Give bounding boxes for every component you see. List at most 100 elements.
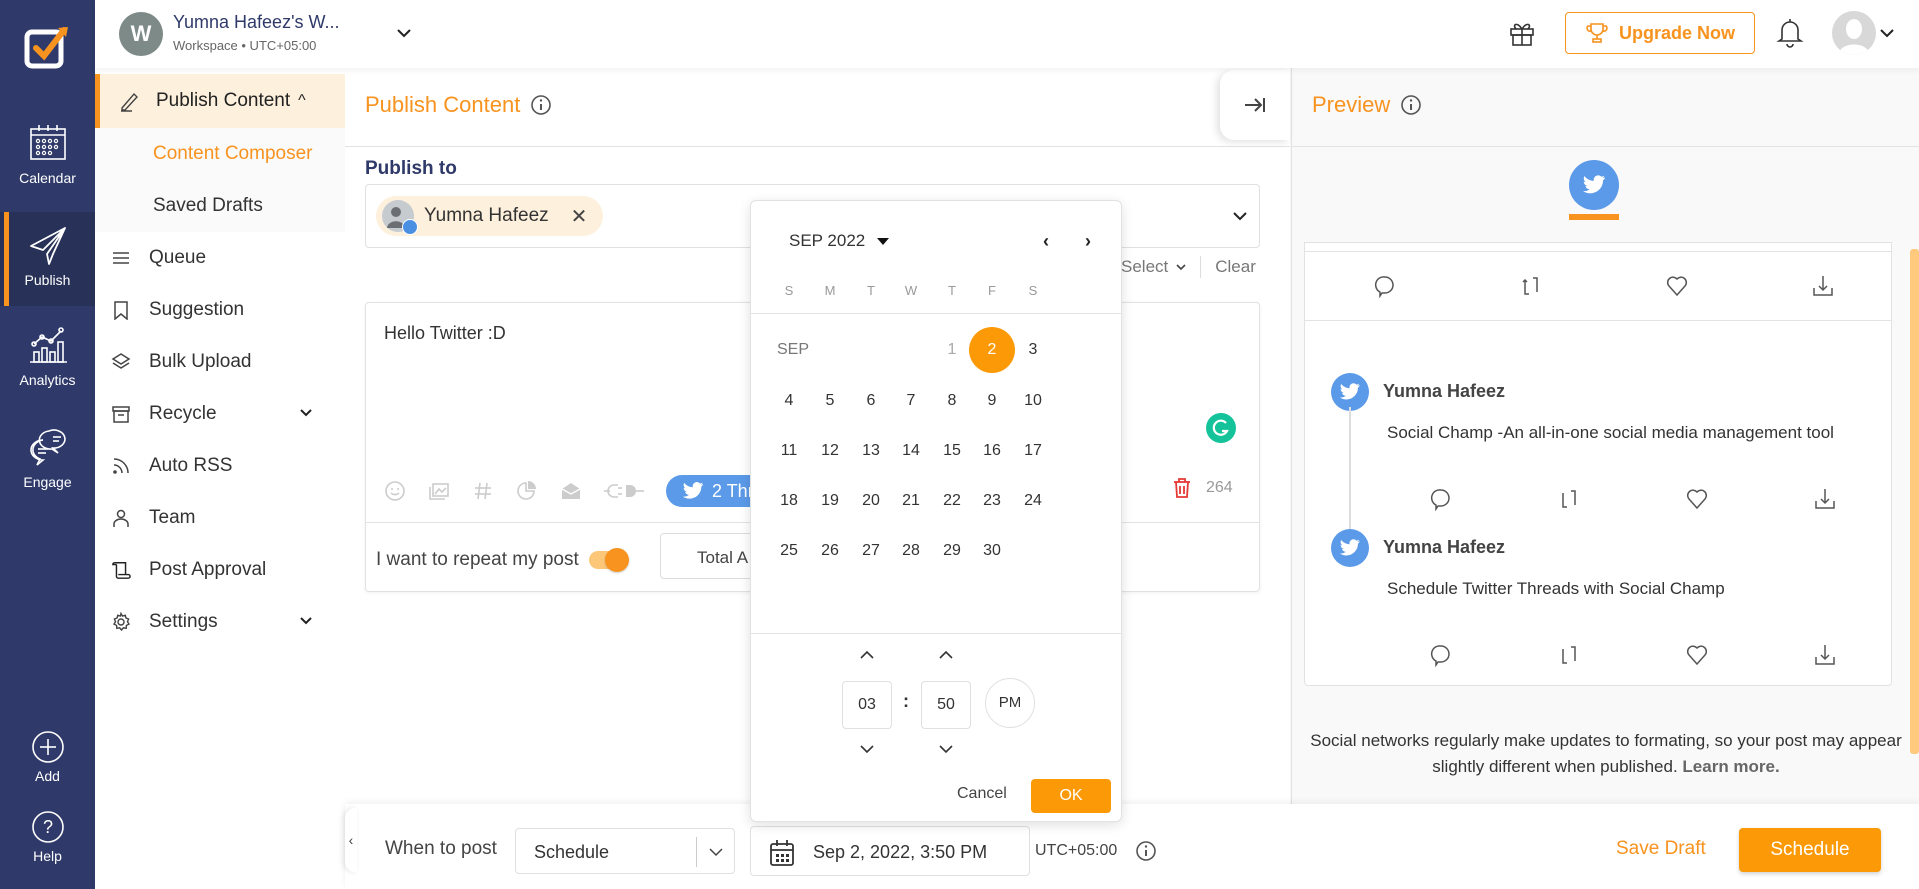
pie-chart-icon[interactable] <box>516 480 538 502</box>
calendar-day[interactable]: 27 <box>851 542 891 560</box>
sidebar-item-publish-content[interactable]: Publish Content ^ <box>95 74 345 128</box>
sidebar-item-content-composer[interactable]: Content Composer <box>95 128 345 180</box>
chevron-down-icon[interactable] <box>395 24 413 42</box>
calendar-day[interactable]: 23 <box>972 492 1012 510</box>
account-chip[interactable]: Yumna Hafeez ✕ <box>376 196 604 236</box>
prev-month-button[interactable]: ‹ <box>1043 231 1049 252</box>
repeat-toggle[interactable] <box>588 548 629 572</box>
collapse-sidebar-button[interactable]: ‹ <box>345 808 357 872</box>
hour-up-icon[interactable] <box>858 649 876 661</box>
clear-button[interactable]: Clear <box>1215 257 1256 277</box>
sidebar-item-settings[interactable]: Settings <box>95 596 345 648</box>
calendar-day[interactable]: 17 <box>1013 442 1053 460</box>
calendar-day[interactable]: 28 <box>891 542 931 560</box>
calendar-day[interactable]: 1 <box>932 341 972 359</box>
calendar-day[interactable]: 24 <box>1013 492 1053 510</box>
next-month-button[interactable]: › <box>1085 231 1091 252</box>
sidebar-item-queue[interactable]: Queue <box>95 232 345 284</box>
calendar-day[interactable]: 7 <box>891 392 931 410</box>
calendar-day[interactable]: 18 <box>769 492 809 510</box>
upgrade-now-button[interactable]: Upgrade Now <box>1565 12 1755 54</box>
sidebar-item-auto-rss[interactable]: Auto RSS <box>95 440 345 492</box>
calendar-day[interactable]: 29 <box>932 542 972 560</box>
save-draft-button[interactable]: Save Draft <box>1616 838 1706 860</box>
calendar-day[interactable]: 4 <box>769 392 809 410</box>
logo-icon[interactable] <box>24 24 70 70</box>
month-year-selector[interactable]: SEP 2022 <box>789 231 890 251</box>
calendar-day[interactable]: 12 <box>810 442 850 460</box>
calendar-day[interactable]: 20 <box>851 492 891 510</box>
calendar-day[interactable]: 22 <box>932 492 972 510</box>
minute-input[interactable]: 50 <box>921 681 971 729</box>
workspace-avatar[interactable]: W <box>119 12 163 56</box>
calendar-day[interactable]: 11 <box>769 442 809 460</box>
plugin-icon[interactable] <box>604 480 644 502</box>
remove-account-icon[interactable]: ✕ <box>571 204 588 229</box>
calendar-day[interactable]: 15 <box>932 442 972 460</box>
calendar-day[interactable]: 9 <box>972 392 1012 410</box>
post-text[interactable]: Hello Twitter :D <box>384 323 506 344</box>
rail-item-publish[interactable]: Publish <box>0 212 95 306</box>
calendar-day[interactable]: 14 <box>891 442 931 460</box>
minute-up-icon[interactable] <box>937 649 955 661</box>
sidebar-item-suggestion[interactable]: Suggestion <box>95 284 345 336</box>
chevron-down-icon[interactable] <box>1231 207 1249 225</box>
minute-down-icon[interactable] <box>937 743 955 755</box>
hashtag-icon[interactable] <box>472 480 494 502</box>
calendar-day[interactable]: 19 <box>810 492 850 510</box>
sidebar-item-team[interactable]: Team <box>95 492 345 544</box>
post-timing-select[interactable]: Schedule <box>515 828 735 874</box>
sidebar: Publish Content ^ Content Composer Saved… <box>95 68 345 889</box>
month-year-label: SEP 2022 <box>789 231 866 250</box>
learn-more-link[interactable]: Learn more. <box>1682 757 1779 776</box>
calendar-day-selected[interactable]: 2 <box>969 327 1015 373</box>
calendar-day[interactable]: 10 <box>1013 392 1053 410</box>
info-icon[interactable] <box>1135 840 1157 862</box>
info-icon[interactable] <box>530 94 552 116</box>
collapse-preview-button[interactable] <box>1220 70 1290 140</box>
preview-scrollbar[interactable] <box>1910 249 1919 754</box>
rail-item-engage[interactable]: Engage <box>0 426 95 506</box>
ok-button[interactable]: OK <box>1031 779 1111 813</box>
calendar-day[interactable]: 6 <box>851 392 891 410</box>
sidebar-item-bulk-upload[interactable]: Bulk Upload <box>95 336 345 388</box>
chevron-down-icon[interactable] <box>299 406 313 420</box>
calendar-day[interactable]: 16 <box>972 442 1012 460</box>
datetime-field[interactable]: Sep 2, 2022, 3:50 PM <box>750 826 1030 876</box>
rail-item-analytics[interactable]: Analytics <box>0 324 95 404</box>
rail-item-calendar[interactable]: Calendar <box>0 122 95 202</box>
hour-input[interactable]: 03 <box>842 681 892 729</box>
ampm-toggle[interactable]: PM <box>985 678 1035 728</box>
sidebar-item-recycle[interactable]: Recycle <box>95 388 345 440</box>
media-icon[interactable] <box>428 480 450 502</box>
calendar-day[interactable]: 25 <box>769 542 809 560</box>
trash-icon[interactable] <box>1172 477 1192 499</box>
grammarly-icon[interactable] <box>1206 413 1236 443</box>
bell-icon[interactable] <box>1775 16 1805 48</box>
tweet-avatar <box>1331 529 1369 567</box>
envelope-open-icon[interactable] <box>560 480 582 502</box>
emoji-icon[interactable] <box>384 480 406 502</box>
calendar-day[interactable]: 5 <box>810 392 850 410</box>
cancel-button[interactable]: Cancel <box>957 785 1007 803</box>
select-dropdown[interactable]: Select <box>1121 257 1168 277</box>
gift-icon[interactable] <box>1507 18 1537 48</box>
sidebar-item-saved-drafts[interactable]: Saved Drafts <box>95 180 345 232</box>
info-icon[interactable] <box>1400 94 1422 116</box>
workspace-name[interactable]: Yumna Hafeez's W... <box>173 12 340 33</box>
sidebar-item-post-approval[interactable]: Post Approval <box>95 544 345 596</box>
calendar-day[interactable]: 3 <box>1013 341 1053 359</box>
rail-item-help[interactable]: ? Help <box>0 810 95 870</box>
user-avatar[interactable] <box>1832 11 1876 55</box>
hour-down-icon[interactable] <box>858 743 876 755</box>
chevron-down-icon[interactable] <box>1879 25 1895 41</box>
calendar-day[interactable]: 8 <box>932 392 972 410</box>
schedule-button[interactable]: Schedule <box>1739 828 1881 872</box>
calendar-day[interactable]: 30 <box>972 542 1012 560</box>
calendar-day[interactable]: 26 <box>810 542 850 560</box>
calendar-day[interactable]: 21 <box>891 492 931 510</box>
twitter-tab[interactable] <box>1569 160 1619 210</box>
rail-item-add[interactable]: Add <box>0 730 95 790</box>
chevron-down-icon[interactable] <box>299 614 313 628</box>
calendar-day[interactable]: 13 <box>851 442 891 460</box>
